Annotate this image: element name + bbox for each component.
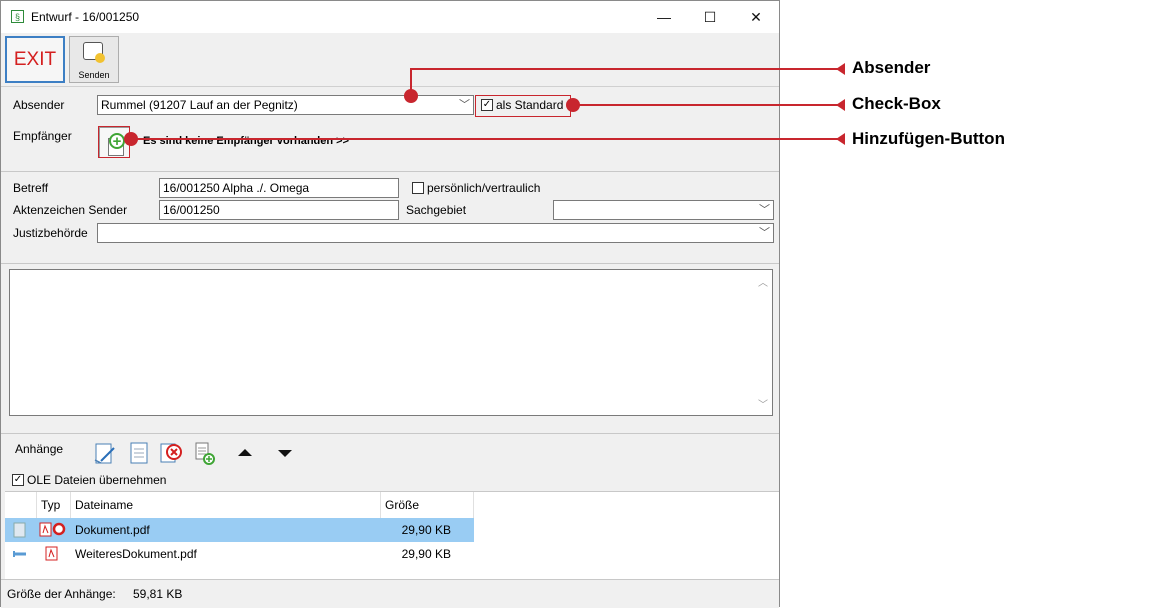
checkbox-highlight-frame <box>475 95 571 117</box>
table-row[interactable]: Dokument.pdf 29,90 KB <box>5 518 474 542</box>
delete-attachment-icon[interactable] <box>159 441 183 465</box>
subject-label: Betreff <box>13 181 49 195</box>
pdf-icon <box>45 542 59 566</box>
close-button[interactable]: ✕ <box>733 1 779 33</box>
divider <box>1 433 779 434</box>
attachments-total-value: 59,81 KB <box>133 587 183 601</box>
message-body-textarea[interactable]: ︿ ﹀ <box>9 269 773 416</box>
table-header-filename[interactable]: Dateiname <box>71 492 381 518</box>
confidential-label: persönlich/vertraulich <box>427 181 541 195</box>
minimize-button[interactable]: — <box>641 1 687 33</box>
sender-value: Rummel (91207 Lauf an der Pegnitz) <box>101 98 298 112</box>
link-icon <box>12 542 28 566</box>
send-button[interactable]: Senden <box>69 36 119 83</box>
divider <box>1 263 779 264</box>
attachment-size: 29,90 KB <box>401 523 451 537</box>
title-bar: § Entwurf - 16/001250 — ☐ ✕ <box>1 1 779 33</box>
send-button-label: Senden <box>78 70 110 80</box>
table-header-type[interactable]: Typ <box>37 492 71 518</box>
confidential-checkbox[interactable] <box>412 182 424 194</box>
add-attachment-icon[interactable] <box>193 441 217 465</box>
sender-label: Absender <box>13 98 65 112</box>
window-title: Entwurf - 16/001250 <box>31 10 140 24</box>
attachments-total-label: Größe der Anhänge: <box>7 587 116 601</box>
chevron-down-icon: ﹀ <box>759 227 770 239</box>
reference-label: Aktenzeichen Sender <box>13 203 128 217</box>
document-icon <box>13 518 27 542</box>
ole-checkbox[interactable]: ✓ <box>12 474 24 486</box>
attachment-size: 29,90 KB <box>401 547 451 561</box>
callout-line <box>410 68 412 92</box>
callout-absender: Absender <box>852 58 931 77</box>
subject-area-label: Sachgebiet <box>406 203 467 217</box>
paragraph-app-icon: § <box>11 10 24 23</box>
attachment-filename: Dokument.pdf <box>75 523 150 537</box>
callout-add-button: Hinzufügen-Button <box>852 129 1005 148</box>
callout-line <box>131 138 838 140</box>
move-up-icon[interactable] <box>233 441 257 465</box>
attachments-table: Typ Dateiname Größe Dokument.pdf 29,90 K… <box>5 491 779 580</box>
recipient-label: Empfänger <box>13 129 72 143</box>
subject-input[interactable]: 16/001250 Alpha ./. Omega <box>159 178 399 198</box>
move-down-icon[interactable] <box>273 441 297 465</box>
status-bar: Größe der Anhänge: 59,81 KB <box>1 579 779 608</box>
attachment-filename: WeiteresDokument.pdf <box>75 547 197 561</box>
scroll-down-icon[interactable]: ﹀ <box>758 396 768 411</box>
callout-arrowhead <box>836 63 845 75</box>
chevron-down-icon: ﹀ <box>459 99 470 111</box>
divider <box>1 171 779 172</box>
court-label: Justizbehörde <box>13 226 88 240</box>
pdf-icon <box>39 518 67 542</box>
no-recipients-text[interactable]: Es sind keine Empfänger vorhanden >> <box>143 135 349 147</box>
draft-window: § Entwurf - 16/001250 — ☐ ✕ EXIT Senden … <box>0 0 780 608</box>
exit-button[interactable]: EXIT <box>5 36 65 83</box>
callout-checkbox: Check-Box <box>852 94 941 113</box>
ole-label: OLE Dateien übernehmen <box>27 473 167 487</box>
send-plus-icon <box>95 53 105 63</box>
subject-area-dropdown[interactable]: ﹀ <box>553 200 774 220</box>
callout-line <box>410 68 838 70</box>
maximize-button[interactable]: ☐ <box>687 1 733 33</box>
table-row[interactable]: WeiteresDokument.pdf 29,90 KB <box>5 542 474 566</box>
court-dropdown[interactable]: ﹀ <box>97 223 774 243</box>
callout-arrowhead <box>836 133 845 145</box>
callout-line <box>572 104 838 106</box>
attachments-label: Anhänge <box>15 442 64 456</box>
toolbar: EXIT Senden <box>1 33 779 87</box>
table-header-size[interactable]: Größe <box>381 492 474 518</box>
reference-input[interactable]: 16/001250 <box>159 200 399 220</box>
edit-attachment-icon[interactable] <box>93 441 117 465</box>
table-header-icon[interactable] <box>5 492 37 518</box>
chevron-down-icon: ﹀ <box>759 204 770 216</box>
new-attachment-icon[interactable] <box>127 441 151 465</box>
scroll-up-icon[interactable]: ︿ <box>758 274 768 289</box>
callout-arrowhead <box>836 99 845 111</box>
